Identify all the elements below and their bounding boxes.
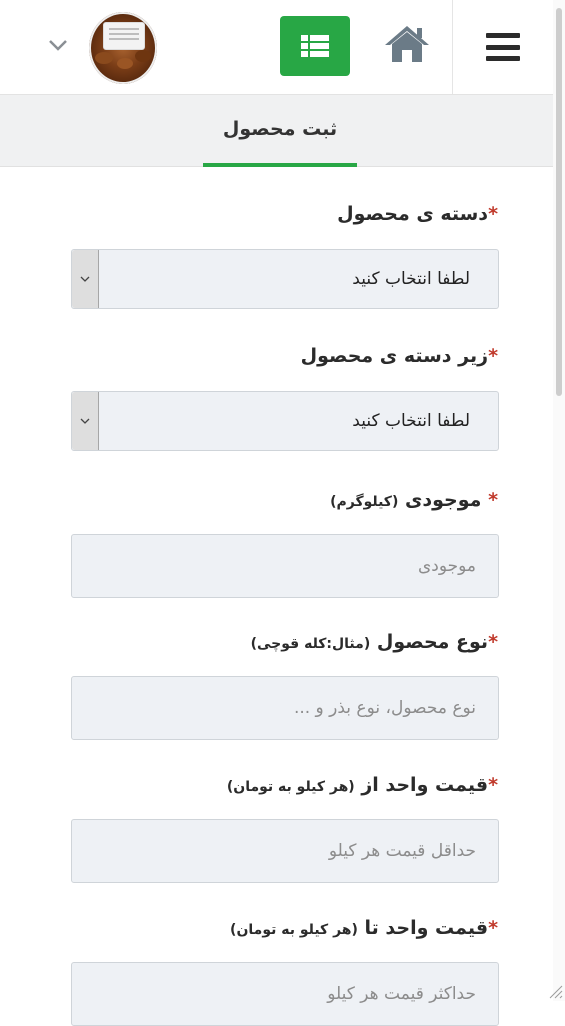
stock-label: * موجودی (کیلوگرم) (330, 489, 498, 511)
required-mark: * (488, 631, 498, 653)
menu-button[interactable] (452, 0, 553, 94)
price-to-placeholder: حداکثر قیمت هر کیلو (327, 984, 476, 1004)
price-to-hint: (هر کیلو به تومان) (230, 922, 358, 938)
subcategory-select[interactable]: لطفا انتخاب کنید (71, 391, 499, 451)
chevron-down-icon (72, 392, 99, 450)
stock-placeholder: موجودی (417, 556, 476, 576)
category-select[interactable]: لطفا انتخاب کنید (71, 249, 499, 309)
list-view-button[interactable] (280, 16, 350, 76)
price-to-input[interactable]: حداکثر قیمت هر کیلو (71, 962, 499, 1026)
subcategory-label: *زیر دسته ی محصول (300, 345, 498, 367)
product-type-label: *نوع محصول (مثال:کله قوچی) (250, 631, 498, 653)
required-mark: * (488, 203, 498, 225)
category-selected: لطفا انتخاب کنید (352, 269, 470, 289)
tab-label: ثبت محصول (222, 118, 338, 140)
price-from-hint: (هر کیلو به تومان) (226, 779, 355, 795)
stock-input[interactable]: موجودی (71, 534, 499, 598)
list-icon (301, 35, 329, 57)
required-mark: * (488, 917, 498, 939)
price-from-input[interactable]: حداقل قیمت هر کیلو (71, 819, 499, 883)
subcategory-selected: لطفا انتخاب کنید (352, 411, 470, 431)
chevron-down-icon[interactable] (48, 38, 68, 52)
scrollbar-thumb[interactable] (556, 8, 562, 396)
product-type-input[interactable]: نوع محصول، نوع بذر و ... (71, 676, 499, 740)
price-from-placeholder: حداقل قیمت هر کیلو (328, 841, 476, 861)
price-to-label: *قیمت واحد تا (هر کیلو به تومان) (230, 917, 498, 939)
product-type-hint: (مثال:کله قوچی) (250, 636, 371, 652)
tab-bar: ثبت محصول (0, 95, 553, 167)
required-mark: * (488, 489, 498, 511)
required-mark: * (488, 774, 498, 796)
product-avatar[interactable] (89, 12, 157, 84)
hamburger-menu-icon (486, 33, 520, 61)
price-from-label: *قیمت واحد از (هر کیلو به تومان) (226, 774, 498, 796)
scrollbar[interactable] (553, 0, 565, 1001)
home-button[interactable] (384, 24, 430, 64)
top-header (0, 0, 553, 95)
home-icon (385, 26, 429, 62)
tab-register-product[interactable]: ثبت محصول (203, 95, 357, 167)
chevron-down-icon (72, 250, 99, 308)
product-type-placeholder: نوع محصول، نوع بذر و ... (293, 698, 476, 718)
stock-hint: (کیلوگرم) (330, 494, 399, 510)
resize-grip-icon[interactable] (547, 983, 563, 999)
category-label: *دسته ی محصول (337, 203, 498, 225)
required-mark: * (488, 345, 498, 367)
